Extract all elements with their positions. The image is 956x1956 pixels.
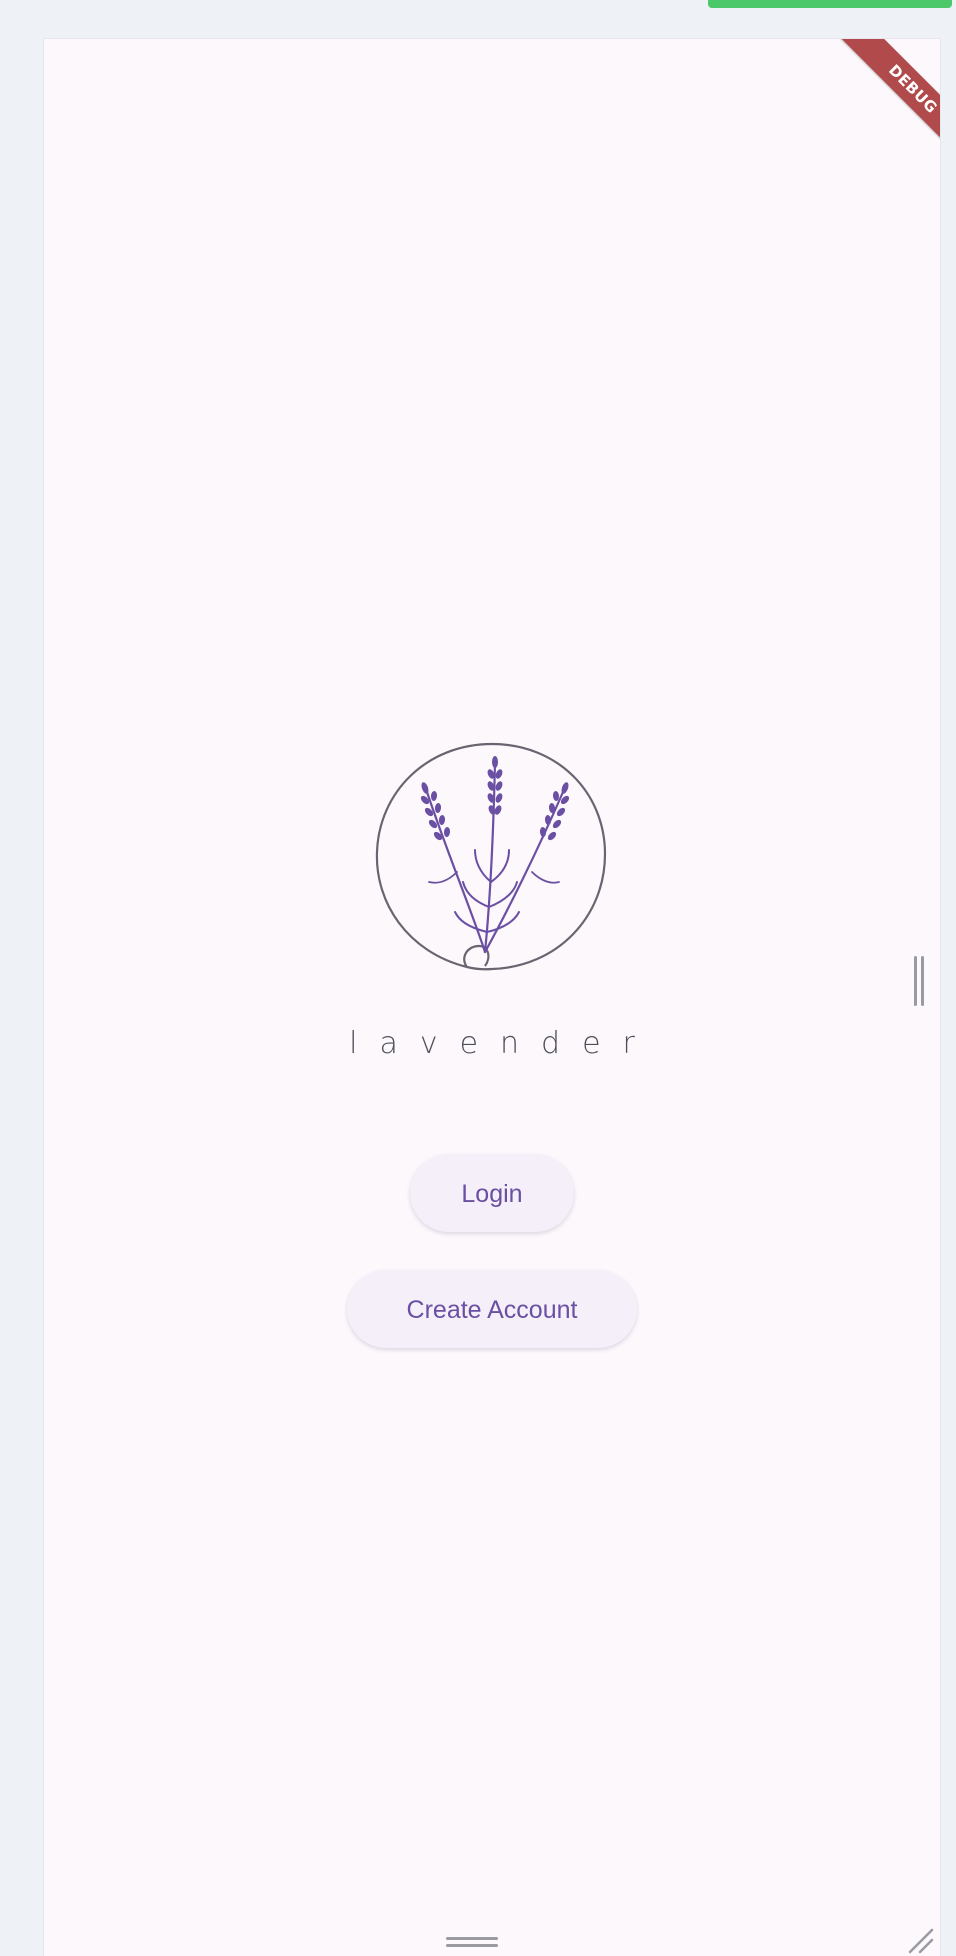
login-button[interactable]: Login (410, 1154, 574, 1232)
resize-grip-icon[interactable] (906, 1926, 934, 1954)
horizontal-drag-handle-icon[interactable] (446, 1937, 498, 1949)
debug-banner: DEBUG (810, 39, 940, 169)
create-account-button[interactable]: Create Account (347, 1270, 637, 1348)
lavender-sprig-logo-icon (367, 732, 617, 982)
app-wordmark: lavender (349, 1026, 657, 1061)
loading-progress-bar (708, 0, 952, 8)
app-window: DEBUG lavender Login Create Account (0, 0, 956, 1956)
welcome-content: lavender Login Create Account (44, 732, 940, 1348)
device-screen: DEBUG lavender Login Create Account (44, 39, 940, 1956)
debug-banner-label: DEBUG (835, 39, 940, 167)
vertical-drag-handle-icon[interactable] (914, 956, 926, 1006)
